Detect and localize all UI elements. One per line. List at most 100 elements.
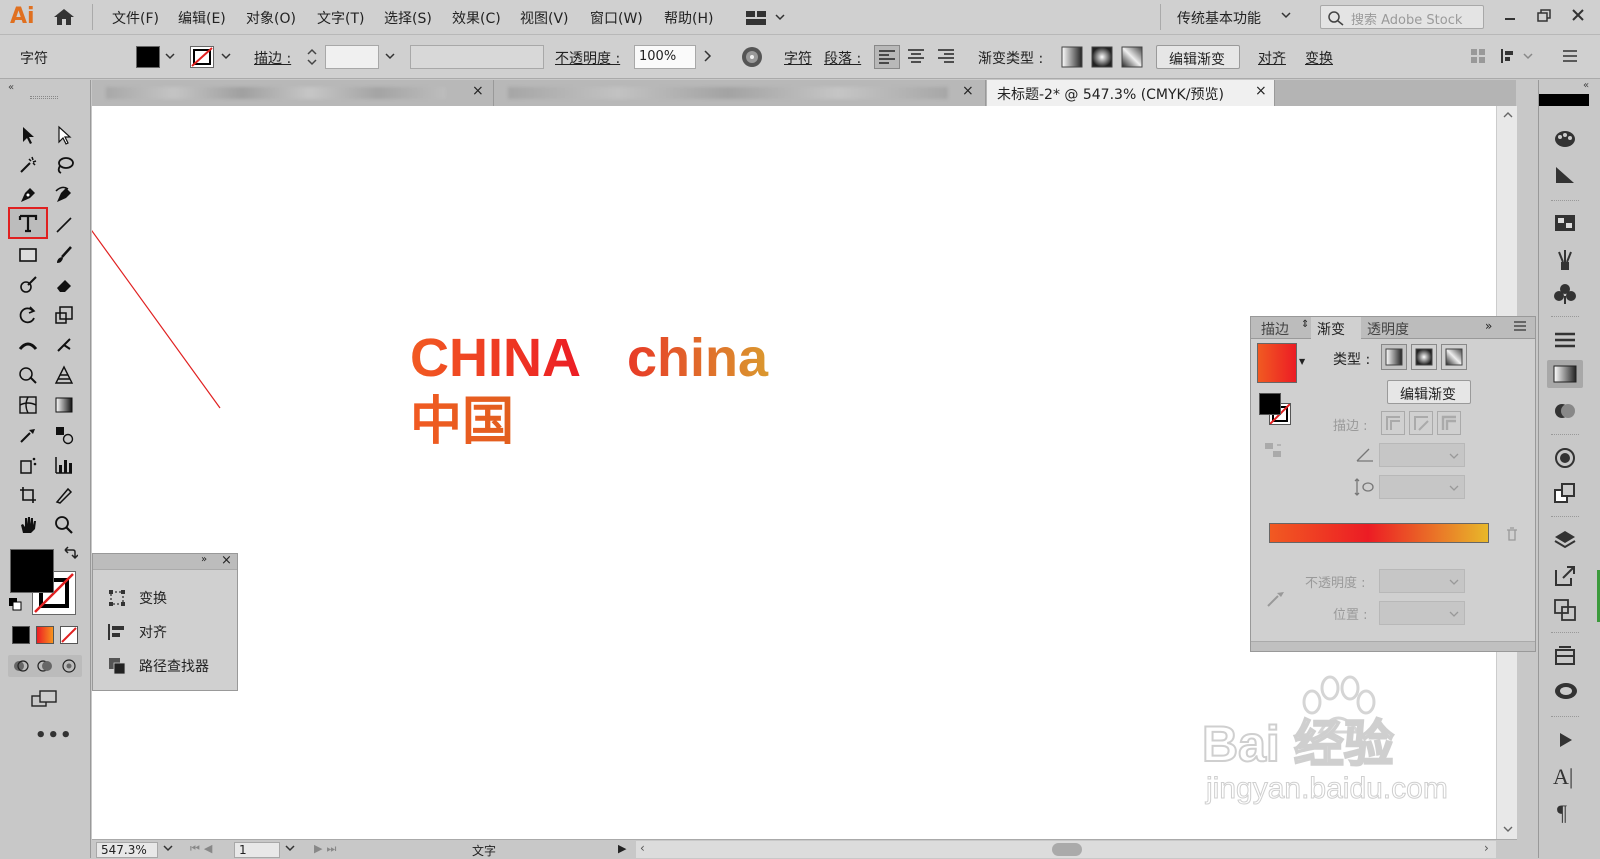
scroll-thumb[interactable]: [1052, 843, 1082, 856]
align-left-icon[interactable]: [874, 45, 900, 69]
brush-definition-select[interactable]: [410, 45, 544, 69]
transparency-icon[interactable]: [1553, 400, 1577, 426]
line-segment-tool-icon[interactable]: [50, 211, 78, 239]
more-tools-icon[interactable]: •••: [35, 725, 73, 746]
edit-gradient-button[interactable]: 编辑渐变: [1156, 45, 1240, 69]
puppet-warp-tool-icon[interactable]: [50, 331, 78, 359]
chevron-down-icon[interactable]: [220, 49, 232, 67]
panel-menu-icon[interactable]: [1513, 319, 1527, 337]
rectangle-tool-icon[interactable]: [14, 241, 42, 269]
gradient-slider[interactable]: [1269, 523, 1489, 543]
creative-cloud-icon[interactable]: [1553, 680, 1579, 706]
paintbrush-tool-icon[interactable]: [50, 241, 78, 269]
opacity-field[interactable]: 100%: [634, 45, 696, 69]
character-panel-icon[interactable]: A|: [1553, 764, 1573, 790]
close-icon[interactable]: ×: [221, 553, 232, 568]
stroke-swatch[interactable]: [190, 46, 214, 68]
freeform-gradient-icon[interactable]: [1120, 45, 1144, 73]
brushes-icon[interactable]: [1553, 248, 1577, 276]
menu-window[interactable]: 窗口(W): [590, 8, 643, 28]
panel-item-align[interactable]: 对齐: [93, 616, 237, 646]
scale-tool-icon[interactable]: [50, 301, 78, 329]
collapse-icon[interactable]: «: [8, 82, 14, 93]
menu-effect[interactable]: 效果(C): [452, 8, 501, 28]
distribute-icon[interactable]: [1500, 47, 1536, 69]
type-tool-icon[interactable]: [8, 207, 48, 239]
panel-menu-icon[interactable]: [1562, 49, 1578, 67]
horizontal-scrollbar[interactable]: ‹ ›: [636, 841, 1496, 858]
chevron-down-icon[interactable]: [164, 49, 176, 67]
width-tool-icon[interactable]: [14, 331, 42, 359]
gradient-panel-button[interactable]: [1547, 360, 1583, 388]
tab-gradient[interactable]: 渐变: [1311, 317, 1361, 339]
panel-item-transform[interactable]: 变换: [93, 582, 237, 612]
draw-normal-icon[interactable]: [12, 658, 30, 678]
menu-select[interactable]: 选择(S): [384, 8, 432, 28]
trash-icon[interactable]: [1505, 526, 1519, 546]
gradient-mode-icon[interactable]: [36, 626, 54, 644]
radial-gradient-icon[interactable]: [1411, 344, 1437, 370]
status-menu-icon[interactable]: ▶: [618, 842, 626, 855]
hand-tool-icon[interactable]: [14, 511, 42, 539]
stroke-label[interactable]: 描边 :: [254, 48, 291, 68]
edit-gradient-button[interactable]: 编辑渐变: [1387, 380, 1471, 404]
gradient-tool-icon[interactable]: [50, 391, 78, 419]
reverse-gradient-icon[interactable]: [1263, 441, 1285, 465]
paragraph-panel-icon[interactable]: ¶: [1557, 800, 1567, 826]
panel-header[interactable]: » ×: [93, 553, 237, 570]
first-prev-artboard-icon[interactable]: ⏮◀: [190, 842, 216, 856]
transform-link[interactable]: 变换: [1305, 48, 1333, 68]
radial-gradient-icon[interactable]: [1090, 45, 1114, 73]
slice-tool-icon[interactable]: [50, 481, 78, 509]
swap-colors-icon[interactable]: [62, 545, 79, 565]
expand-icon[interactable]: »: [201, 554, 207, 565]
magic-wand-tool-icon[interactable]: [14, 151, 42, 179]
linear-gradient-icon[interactable]: [1060, 45, 1084, 73]
workspace-switcher[interactable]: 传统基本功能: [1177, 8, 1261, 28]
screen-mode-icon[interactable]: [30, 688, 58, 714]
arrange-documents-icon[interactable]: [746, 9, 786, 31]
blend-tool-icon[interactable]: [50, 421, 78, 449]
menu-file[interactable]: 文件(F): [112, 8, 159, 28]
default-colors-icon[interactable]: [8, 597, 22, 615]
paragraph-link[interactable]: 段落 :: [824, 48, 861, 68]
eyedropper-tool-icon[interactable]: [14, 421, 42, 449]
symbol-sprayer-tool-icon[interactable]: [14, 451, 42, 479]
close-icon[interactable]: ×: [962, 83, 974, 99]
zoom-level-field[interactable]: 547.3%: [96, 842, 158, 858]
shaper-tool-icon[interactable]: [14, 271, 42, 299]
close-icon[interactable]: ×: [1255, 83, 1267, 99]
stroke-panel-icon[interactable]: [1553, 330, 1577, 354]
symbols-icon[interactable]: [1553, 282, 1577, 310]
collapse-icon[interactable]: «: [1583, 80, 1589, 91]
stock-search-input[interactable]: 搜索 Adobe Stock: [1320, 5, 1484, 29]
chevron-down-icon[interactable]: [1280, 8, 1292, 26]
restore-button[interactable]: [1534, 6, 1554, 30]
chevron-down-icon[interactable]: ▼: [1299, 357, 1305, 366]
export-icon[interactable]: [1553, 564, 1577, 592]
draw-behind-icon[interactable]: [36, 658, 54, 678]
tab-transparency[interactable]: 透明度: [1367, 319, 1409, 339]
curvature-tool-icon[interactable]: [50, 181, 78, 209]
swatches-icon[interactable]: [1553, 212, 1577, 238]
mesh-tool-icon[interactable]: [14, 391, 42, 419]
actions-play-icon[interactable]: [1557, 730, 1575, 754]
direct-selection-tool-icon[interactable]: [50, 121, 78, 149]
stroke-weight-field[interactable]: [325, 45, 379, 69]
freeform-gradient-icon[interactable]: [1441, 344, 1467, 370]
eyedropper-icon[interactable]: [1265, 587, 1287, 613]
align-center-icon[interactable]: [904, 45, 928, 71]
lasso-tool-icon[interactable]: [50, 151, 78, 179]
stepper-icon[interactable]: [306, 46, 318, 72]
graphic-styles-icon[interactable]: [1553, 482, 1577, 508]
menu-edit[interactable]: 编辑(E): [178, 8, 226, 28]
close-icon[interactable]: ×: [472, 83, 484, 99]
recolor-artwork-icon[interactable]: [740, 45, 764, 73]
tab-document-2[interactable]: ×: [494, 80, 986, 106]
close-icon[interactable]: [1568, 6, 1588, 30]
menu-object[interactable]: 对象(O): [246, 8, 296, 28]
draw-inside-icon[interactable]: [60, 658, 78, 678]
fill-swatch[interactable]: [136, 46, 160, 68]
color-panel-icon[interactable]: [1553, 128, 1577, 154]
expand-icon[interactable]: »: [1485, 319, 1492, 333]
